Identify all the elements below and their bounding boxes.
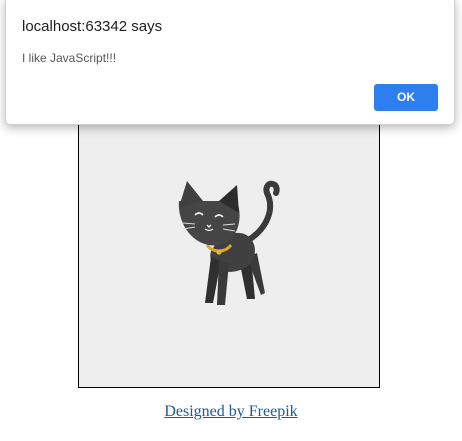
cat-icon bbox=[178, 180, 280, 305]
dialog-message: I like JavaScript!!! bbox=[22, 51, 117, 65]
cat-image bbox=[78, 88, 380, 388]
ok-button[interactable]: OK bbox=[374, 84, 438, 111]
credit-line: Designed by Freepik bbox=[0, 402, 462, 422]
dialog-title: localhost:63342 says bbox=[22, 18, 163, 35]
freepik-credit-link[interactable]: Designed by Freepik bbox=[164, 403, 297, 420]
alert-dialog: localhost:63342 says I like JavaScript!!… bbox=[5, 0, 455, 125]
